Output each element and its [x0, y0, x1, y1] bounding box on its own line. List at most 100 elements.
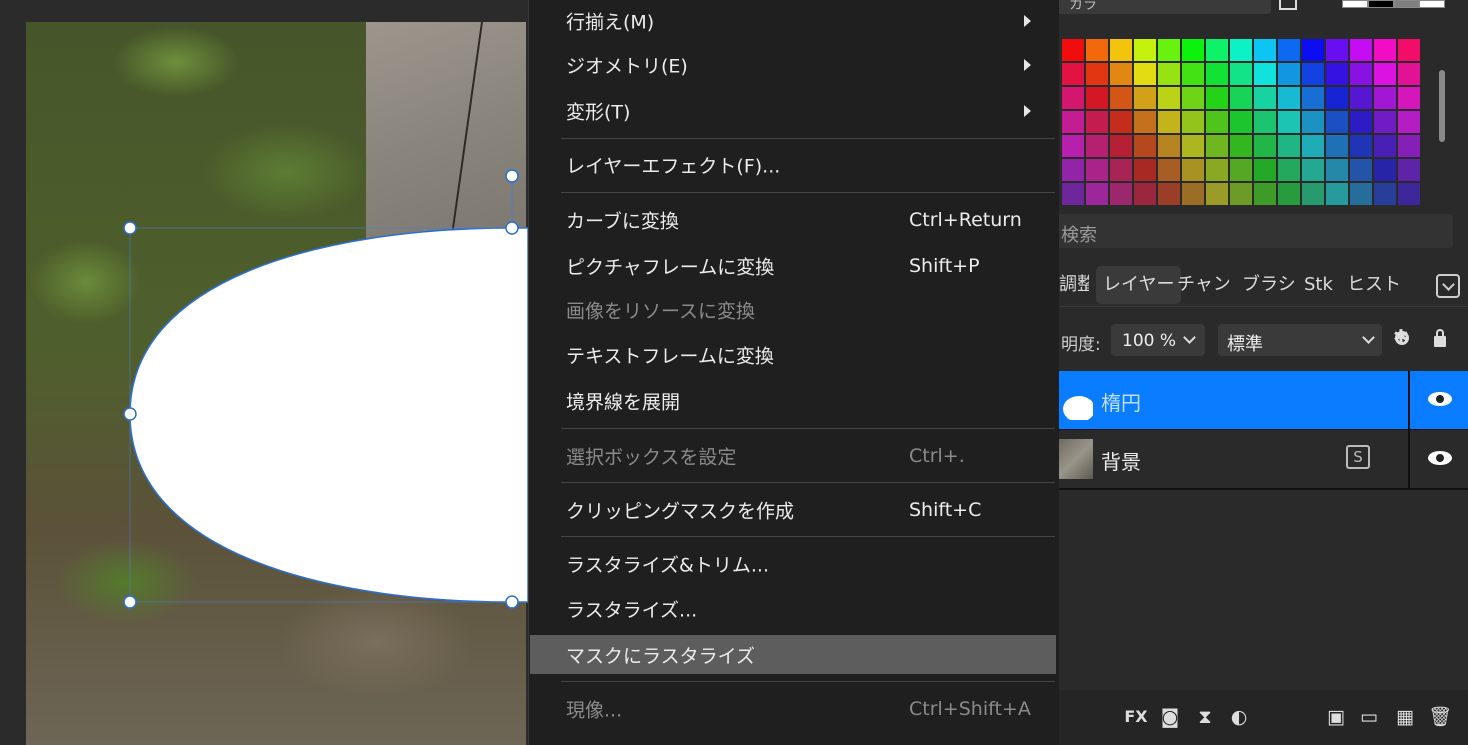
color-swatch[interactable] — [1374, 135, 1396, 157]
chevron-down-icon[interactable] — [1436, 274, 1460, 298]
fx-icon[interactable]: FX — [1124, 705, 1148, 729]
blend-mode-select[interactable]: 標準 — [1218, 324, 1382, 356]
color-swatch[interactable] — [1062, 111, 1084, 133]
gray-color-chip[interactable] — [1393, 0, 1420, 8]
menu-item-create-clipping-mask[interactable]: クリッピングマスクを作成 Shift+C — [530, 489, 1056, 531]
resize-handle-top-right[interactable] — [505, 221, 519, 235]
color-swatch[interactable] — [1182, 111, 1204, 133]
color-swatch[interactable] — [1230, 135, 1252, 157]
color-swatch[interactable] — [1350, 135, 1372, 157]
color-swatch[interactable] — [1326, 39, 1348, 61]
color-swatch[interactable] — [1086, 63, 1108, 85]
color-swatch[interactable] — [1398, 135, 1420, 157]
live-filter-icon[interactable]: S — [1346, 445, 1370, 469]
color-swatch[interactable] — [1086, 159, 1108, 181]
color-swatch[interactable] — [1374, 39, 1396, 61]
color-swatch[interactable] — [1326, 111, 1348, 133]
color-swatch[interactable] — [1350, 63, 1372, 85]
color-swatch[interactable] — [1302, 63, 1324, 85]
color-swatch[interactable] — [1326, 183, 1348, 205]
color-swatch[interactable] — [1254, 135, 1276, 157]
selection-overlay[interactable] — [0, 0, 528, 745]
color-swatch[interactable] — [1254, 183, 1276, 205]
menu-item-develop[interactable]: 現像... Ctrl+Shift+A — [530, 688, 1056, 730]
menu-item-geometry[interactable]: ジオメトリ(E) — [530, 44, 1056, 86]
color-swatch[interactable] — [1206, 87, 1228, 109]
color-swatch[interactable] — [1350, 183, 1372, 205]
color-swatch[interactable] — [1230, 63, 1252, 85]
color-swatch[interactable] — [1062, 87, 1084, 109]
color-swatch[interactable] — [1086, 135, 1108, 157]
color-swatch[interactable] — [1134, 87, 1156, 109]
black-color-chip[interactable] — [1367, 0, 1394, 8]
color-swatch[interactable] — [1398, 63, 1420, 85]
color-swatch[interactable] — [1134, 111, 1156, 133]
color-swatch[interactable] — [1086, 39, 1108, 61]
color-swatch[interactable] — [1302, 87, 1324, 109]
gear-icon[interactable] — [1393, 326, 1409, 348]
color-swatch[interactable] — [1062, 63, 1084, 85]
color-swatch[interactable] — [1350, 111, 1372, 133]
color-swatch[interactable] — [1206, 159, 1228, 181]
visibility-toggle[interactable] — [1408, 371, 1468, 429]
color-swatch[interactable] — [1302, 111, 1324, 133]
color-swatch[interactable] — [1374, 63, 1396, 85]
color-swatch[interactable] — [1134, 39, 1156, 61]
folder-icon[interactable]: ▭ — [1357, 705, 1381, 729]
color-swatch[interactable] — [1062, 39, 1084, 61]
menu-item-convert-image-to-resource[interactable]: 画像をリソースに変換 — [530, 289, 1056, 331]
swatch-search-input[interactable]: 検索 — [1059, 214, 1453, 248]
tab-history[interactable]: ヒストリ — [1347, 266, 1399, 304]
color-swatch[interactable] — [1158, 39, 1180, 61]
color-swatch[interactable] — [1110, 39, 1132, 61]
color-palette[interactable] — [1062, 39, 1420, 205]
color-swatch[interactable] — [1254, 87, 1276, 109]
color-swatch[interactable] — [1278, 135, 1300, 157]
lock-icon[interactable] — [1434, 329, 1446, 347]
color-swatch[interactable] — [1110, 111, 1132, 133]
color-swatch[interactable] — [1230, 183, 1252, 205]
tab-channels[interactable]: チャンネ — [1177, 266, 1229, 304]
color-swatch[interactable] — [1374, 111, 1396, 133]
color-swatch[interactable] — [1158, 159, 1180, 181]
mask-icon[interactable]: ◙ — [1158, 705, 1182, 729]
color-swatch[interactable] — [1398, 111, 1420, 133]
color-swatch[interactable] — [1062, 135, 1084, 157]
color-swatch[interactable] — [1206, 135, 1228, 157]
checker-icon[interactable]: ▦ — [1393, 705, 1417, 729]
trash-icon[interactable]: 🗑 — [1428, 705, 1452, 729]
tab-adjustments[interactable]: 調整 — [1059, 266, 1089, 304]
color-swatch[interactable] — [1278, 63, 1300, 85]
color-swatch[interactable] — [1182, 39, 1204, 61]
color-swatch[interactable] — [1182, 135, 1204, 157]
resize-handle-bottom-right[interactable] — [505, 595, 519, 609]
color-swatch[interactable] — [1254, 63, 1276, 85]
swatch-category-select[interactable]: カラ — [1059, 0, 1271, 14]
color-swatch[interactable] — [1230, 39, 1252, 61]
color-swatch[interactable] — [1374, 87, 1396, 109]
menu-item-convert-to-picture-frame[interactable]: ピクチャフレームに変換 Shift+P — [530, 245, 1056, 287]
color-swatch[interactable] — [1182, 63, 1204, 85]
document-canvas[interactable] — [0, 0, 528, 745]
color-swatch[interactable] — [1110, 87, 1132, 109]
color-swatch[interactable] — [1230, 159, 1252, 181]
ellipse-shape[interactable] — [129, 227, 528, 603]
color-swatch[interactable] — [1326, 159, 1348, 181]
color-swatch[interactable] — [1398, 39, 1420, 61]
color-swatch[interactable] — [1206, 111, 1228, 133]
color-swatch[interactable] — [1278, 111, 1300, 133]
pixel-layer-icon[interactable]: ▣ — [1324, 705, 1348, 729]
color-swatch[interactable] — [1182, 183, 1204, 205]
color-swatch[interactable] — [1062, 159, 1084, 181]
color-swatch[interactable] — [1326, 135, 1348, 157]
color-swatch[interactable] — [1086, 183, 1108, 205]
color-swatch[interactable] — [1062, 183, 1084, 205]
color-swatch[interactable] — [1398, 159, 1420, 181]
color-swatch[interactable] — [1326, 63, 1348, 85]
color-swatch[interactable] — [1230, 111, 1252, 133]
color-swatch[interactable] — [1158, 111, 1180, 133]
color-swatch[interactable] — [1278, 39, 1300, 61]
menu-item-convert-to-text-frame[interactable]: テキストフレームに変換 — [530, 334, 1056, 376]
color-swatch[interactable] — [1254, 159, 1276, 181]
rotate-handle[interactable] — [505, 169, 519, 183]
